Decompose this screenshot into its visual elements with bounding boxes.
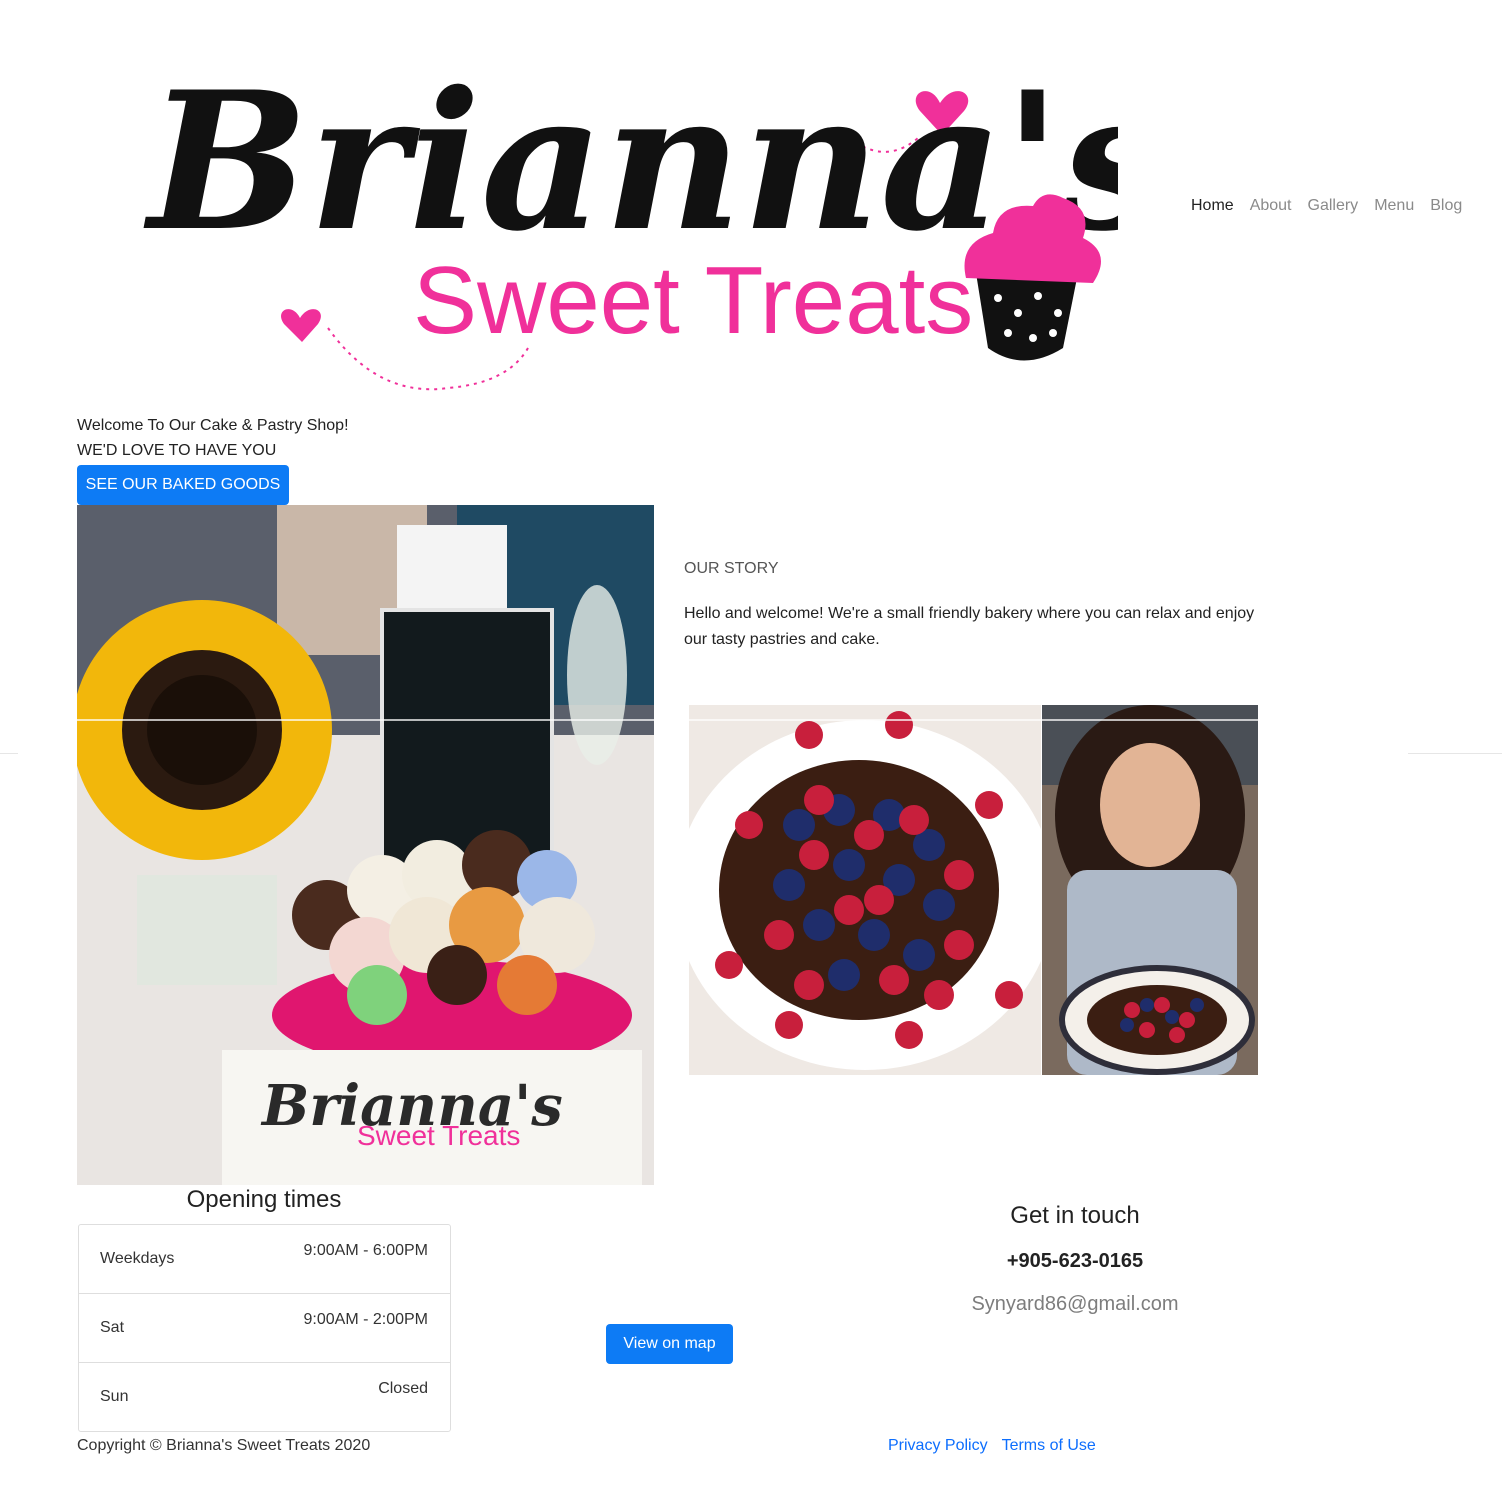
main-nav: Home About Gallery Menu Blog [1183,197,1470,215]
privacy-policy-link[interactable]: Privacy Policy [888,1437,988,1455]
hours-time: Closed [378,1380,428,1397]
see-baked-goods-button[interactable]: SEE OUR BAKED GOODS [77,465,289,505]
welcome-subheading: WE'D LOVE TO HAVE YOU [77,442,277,459]
girl-with-cake-photo [1042,705,1258,1075]
nav-home[interactable]: Home [1183,197,1242,215]
contact-phone[interactable]: +905-623-0165 [975,1250,1175,1273]
hours-time: 9:00AM - 6:00PM [303,1242,429,1259]
logo-script-text: Brianna's [143,50,1118,273]
footer-links: Privacy Policy Terms of Use [888,1437,1096,1455]
logo-graphic: Brianna's Sweet Treats [143,50,1169,391]
hours-day: Weekdays [100,1250,175,1267]
hours-row: Sun Closed [79,1363,450,1432]
logo-sub-text: Sweet Treats [413,247,973,354]
contact-title: Get in touch [1010,1202,1140,1229]
copyright-text: Copyright © Brianna's Sweet Treats 2020 [77,1437,371,1454]
hours-row: Sat 9:00AM - 2:00PM [79,1294,450,1363]
view-on-map-button[interactable]: View on map [606,1324,733,1364]
page: Brianna's Sweet Treats Home About Galler… [0,0,1502,1490]
berry-cake-photo [689,705,1041,1075]
hours-day: Sat [100,1319,125,1336]
hours-day: Sun [100,1388,129,1405]
opening-times-table: Weekdays 9:00AM - 6:00PM Sat 9:00AM - 2:… [78,1224,451,1432]
cupcakes-photo: Brianna's Sweet Treats [77,505,654,1185]
hours-time: 9:00AM - 2:00PM [303,1311,429,1328]
contact-email[interactable]: Synyard86@gmail.com [955,1293,1195,1316]
hours-row: Weekdays 9:00AM - 6:00PM [79,1225,450,1294]
nav-menu[interactable]: Menu [1366,197,1422,215]
terms-of-use-link[interactable]: Terms of Use [1002,1437,1096,1455]
nav-blog[interactable]: Blog [1422,197,1470,215]
divider-right [1408,753,1502,754]
welcome-heading: Welcome To Our Cake & Pastry Shop! [77,417,349,434]
nav-gallery[interactable]: Gallery [1300,197,1367,215]
nav-about[interactable]: About [1242,197,1300,215]
opening-times-title: Opening times [186,1186,342,1213]
story-text: Hello and welcome! We're a small friendl… [684,605,1255,648]
table-card-sub: Sweet Treats [357,1120,520,1151]
story-heading: OUR STORY [684,560,779,577]
heart-icon [281,309,321,342]
brand-logo[interactable]: Brianna's Sweet Treats [118,28,1169,408]
divider-left [0,753,18,754]
